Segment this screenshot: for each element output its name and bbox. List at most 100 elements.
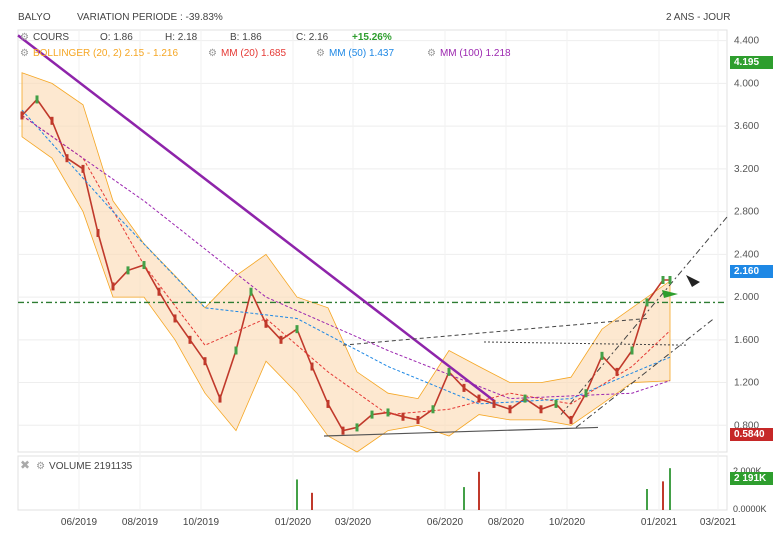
price-candle (492, 399, 496, 408)
x-tick-label: 03/2020 (335, 517, 372, 528)
price-candle (615, 367, 619, 376)
price-candle (218, 394, 222, 403)
period-label[interactable]: 2 ANS - JOUR (666, 12, 730, 23)
price-candle (431, 405, 435, 414)
quote-label: COURS (32, 32, 70, 43)
settings-gear-icon[interactable]: ⚙ (20, 48, 29, 59)
legend-bollinger[interactable]: ⚙ BOLLINGER (20, 2) 2.15 - 1.216 (20, 48, 178, 59)
price-candle (20, 111, 24, 120)
legend-mm50[interactable]: ⚙ MM (50) 1.437 (316, 48, 394, 59)
x-tick-label: 06/2020 (427, 517, 464, 528)
volume-bar (296, 479, 298, 510)
x-tick-label: 03/2021 (700, 517, 737, 528)
price-candle (584, 389, 588, 398)
y-tick-label: 4.000 (734, 78, 759, 89)
price-candle (203, 357, 207, 366)
price-candle (264, 319, 268, 328)
legend-mm20-label: MM (20) (220, 48, 259, 59)
legend-mm50-value: 1.437 (368, 48, 395, 59)
price-candle (279, 335, 283, 344)
volume-axis-bottom: 0.0000K (733, 504, 767, 514)
legend-mm50-label: MM (50) (328, 48, 367, 59)
ticker-label: BALYO (18, 12, 51, 23)
low-price-badge: 0.5840 (730, 428, 773, 441)
price-candle (234, 346, 238, 355)
price-candle (539, 405, 543, 414)
price-candle (661, 275, 665, 284)
legend-mm100[interactable]: ⚙ MM (100) 1.218 (427, 48, 511, 59)
settings-gear-icon[interactable]: ⚙ (316, 48, 325, 59)
price-candle (462, 383, 466, 392)
close-icon[interactable]: ✖ (20, 458, 30, 472)
price-candle (630, 346, 634, 355)
legend-bollinger-label: BOLLINGER (20, 2) (32, 48, 122, 59)
y-tick-label: 3.200 (734, 164, 759, 175)
price-candle (416, 415, 420, 424)
volume-label: VOLUME (49, 461, 92, 472)
quote-change: +15.26% (352, 32, 392, 43)
high-price-badge: 4.195 (730, 56, 773, 69)
price-candle (341, 426, 345, 435)
settings-gear-icon[interactable]: ⚙ (36, 461, 45, 472)
x-tick-label: 08/2019 (122, 517, 159, 528)
price-candle (447, 367, 451, 376)
x-tick-label: 01/2021 (641, 517, 678, 528)
quote-high: H: 2.18 (165, 32, 198, 43)
volume-bar (463, 487, 465, 510)
settings-gear-icon[interactable]: ⚙ (20, 32, 29, 43)
quote-open: O: 1.86 (100, 32, 133, 43)
price-candle (668, 275, 672, 284)
price-candle (386, 408, 390, 417)
quote-row: ⚙ COURS (20, 32, 69, 43)
price-candle (477, 394, 481, 403)
last-price-badge: 2.160 (730, 265, 773, 278)
x-tick-label: 08/2020 (488, 517, 525, 528)
y-tick-label: 2.800 (734, 207, 759, 218)
price-candle (126, 266, 130, 275)
y-tick-label: 4.400 (734, 36, 759, 47)
price-candle (173, 314, 177, 323)
x-tick-label: 10/2020 (549, 517, 586, 528)
price-candle (310, 362, 314, 371)
volume-header: ✖ ⚙ VOLUME 2191135 (20, 458, 132, 472)
y-tick-label: 1.600 (734, 335, 759, 346)
volume-value: 2191135 (94, 461, 133, 472)
price-candle (600, 351, 604, 360)
price-candle (81, 164, 85, 173)
price-candle (569, 415, 573, 424)
volume-bar (646, 489, 648, 510)
price-candle (249, 287, 253, 296)
price-candle (401, 412, 405, 421)
price-candle (96, 228, 100, 237)
y-tick-label: 2.000 (734, 292, 759, 303)
price-candle (355, 423, 359, 432)
volume-badge: 2 191K (730, 472, 773, 485)
x-tick-label: 10/2019 (183, 517, 220, 528)
price-candle (35, 95, 39, 104)
x-tick-label: 06/2019 (61, 517, 98, 528)
price-candle (65, 154, 69, 163)
legend-bollinger-value: 2.15 - 1.216 (124, 48, 179, 59)
y-tick-label: 1.200 (734, 378, 759, 389)
legend-mm100-value: 1.218 (485, 48, 511, 59)
y-tick-label: 3.600 (734, 121, 759, 132)
price-candle (523, 394, 527, 403)
variation-label: VARIATION PERIODE : -39.83% (77, 12, 223, 23)
volume-bar (311, 492, 313, 510)
price-candle (295, 325, 299, 334)
volume-bar (662, 481, 664, 510)
legend-mm100-label: MM (100) (439, 48, 483, 59)
legend-mm20-value: 1.685 (260, 48, 287, 59)
price-candle (326, 399, 330, 408)
settings-gear-icon[interactable]: ⚙ (208, 48, 217, 59)
price-candle (188, 335, 192, 344)
settings-gear-icon[interactable]: ⚙ (427, 48, 436, 59)
volume-bar (669, 468, 671, 510)
volume-bar (478, 471, 480, 510)
quote-low: B: 1.86 (230, 32, 262, 43)
price-candle (370, 410, 374, 419)
quote-close: C: 2.16 (296, 32, 329, 43)
price-candle (508, 405, 512, 414)
x-tick-label: 01/2020 (275, 517, 312, 528)
legend-mm20[interactable]: ⚙ MM (20) 1.685 (208, 48, 286, 59)
